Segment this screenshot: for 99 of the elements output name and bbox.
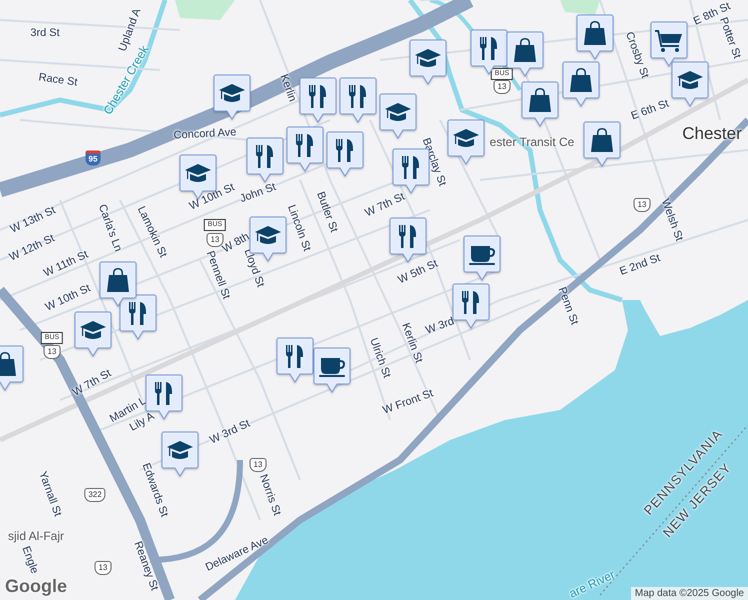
school-marker[interactable] <box>447 119 485 165</box>
fork-knife-icon <box>129 302 146 325</box>
route-shield: 13 <box>206 233 224 247</box>
map-label: Butler St <box>314 190 340 234</box>
map-label: Lincoln St <box>285 203 313 253</box>
google-logo: Google <box>5 576 67 597</box>
shopping-bag-icon <box>529 88 551 112</box>
map-label: E 6th St <box>630 98 670 122</box>
cafe-marker[interactable] <box>313 347 351 393</box>
restaurant-marker[interactable] <box>326 131 364 177</box>
restaurant-marker[interactable] <box>286 126 324 172</box>
shopping-bag-icon <box>570 68 592 92</box>
fork-knife-icon <box>309 85 326 108</box>
restaurant-marker[interactable] <box>470 29 508 75</box>
map-label: W 10th St <box>44 282 92 314</box>
graduation-cap-icon <box>185 164 211 182</box>
route-shield: 13 <box>44 345 60 359</box>
map-label: W 3rd <box>424 315 456 337</box>
map-label: Kerlin St <box>399 321 425 365</box>
restaurant-marker[interactable] <box>452 283 490 329</box>
graduation-cap-icon <box>219 84 245 102</box>
route-shield: 95 <box>86 150 100 166</box>
map-label: Kerlin <box>278 72 298 104</box>
map-label: Potter St <box>717 16 743 60</box>
map-label: W 7th St <box>70 367 114 399</box>
restaurant-marker[interactable] <box>119 294 157 340</box>
map-label: John St <box>238 180 278 206</box>
restaurant-marker[interactable] <box>389 217 427 263</box>
map-label: W 10th St <box>188 181 236 213</box>
map-label: W Front St <box>381 387 435 417</box>
grocery-marker[interactable] <box>650 21 688 67</box>
shopping-marker[interactable] <box>562 61 600 107</box>
attribution-text: Map data ©2025 Google <box>630 587 748 600</box>
fork-knife-icon <box>349 85 366 108</box>
map-label: Carla's Ln <box>96 202 124 254</box>
fork-knife-icon <box>256 145 273 168</box>
route-shield: 13 <box>250 458 266 472</box>
map-label: Norris St <box>257 472 283 518</box>
shopping-bag-icon <box>0 352 16 376</box>
school-marker[interactable] <box>74 311 112 357</box>
shopping-marker[interactable] <box>99 261 137 307</box>
shopping-bag-icon <box>514 38 536 62</box>
map-label: Chester <box>682 124 742 144</box>
restaurant-marker[interactable] <box>246 137 284 183</box>
graduation-cap-icon <box>255 226 281 244</box>
fork-knife-icon <box>402 156 419 179</box>
graduation-cap-icon <box>167 441 193 459</box>
shopping-marker[interactable] <box>521 81 559 127</box>
map-label: W 3rd St <box>208 418 252 446</box>
fork-knife-icon <box>399 225 416 248</box>
fork-knife-icon <box>155 382 172 405</box>
map-label: Ulrich St <box>367 336 393 380</box>
graduation-cap-icon <box>415 49 441 67</box>
route-shield: 322 <box>84 488 106 502</box>
map-label: Reaney St <box>132 540 160 592</box>
school-marker[interactable] <box>671 61 709 107</box>
fork-knife-icon <box>286 345 303 368</box>
shopping-cart-icon <box>655 30 682 52</box>
map-label: Race St <box>38 71 78 89</box>
restaurant-marker[interactable] <box>145 374 183 420</box>
fork-knife-icon <box>480 37 497 60</box>
coffee-cup-icon <box>319 358 345 377</box>
restaurant-marker[interactable] <box>276 337 314 383</box>
shopping-marker[interactable] <box>576 14 614 60</box>
route-shield: 13 <box>494 80 510 94</box>
graduation-cap-icon <box>80 321 106 339</box>
route-shield: 13 <box>634 198 650 212</box>
fork-knife-icon <box>462 291 479 314</box>
map-label: 3rd St <box>30 27 60 39</box>
restaurant-marker[interactable] <box>299 77 337 123</box>
map-label: Lloyd St <box>242 247 266 289</box>
map-label: sjid Al-Fajr <box>8 529 64 543</box>
shopping-marker[interactable] <box>583 121 621 167</box>
map-label: are River <box>566 567 618 600</box>
school-marker[interactable] <box>409 39 447 85</box>
school-marker[interactable] <box>161 431 199 477</box>
map-label: W 5th St <box>396 258 440 286</box>
restaurant-marker[interactable] <box>339 77 377 123</box>
map-label: Welsh St <box>658 197 686 243</box>
map-label: Concord Ave <box>173 126 237 142</box>
shopping-bag-icon <box>591 128 613 152</box>
map-label: Yarnall St <box>36 470 64 518</box>
school-marker[interactable] <box>379 93 417 139</box>
route-shield: 13 <box>94 561 112 575</box>
map-label: Engle <box>20 544 40 576</box>
map-label: Penn St <box>556 286 580 326</box>
map-label: Crosby St <box>623 30 651 80</box>
graduation-cap-icon <box>677 71 703 89</box>
map-label: E 2nd St <box>618 252 662 278</box>
map-label: W 7th St <box>363 190 407 220</box>
shopping-bag-icon <box>584 21 606 45</box>
shopping-bag-icon <box>107 268 129 292</box>
graduation-cap-icon <box>385 103 411 121</box>
coffee-cup-icon <box>469 246 495 265</box>
fork-knife-icon <box>336 139 353 162</box>
cafe-marker[interactable] <box>463 235 501 281</box>
fork-knife-icon <box>296 134 313 157</box>
school-marker[interactable] <box>213 74 251 120</box>
graduation-cap-icon <box>453 129 479 147</box>
